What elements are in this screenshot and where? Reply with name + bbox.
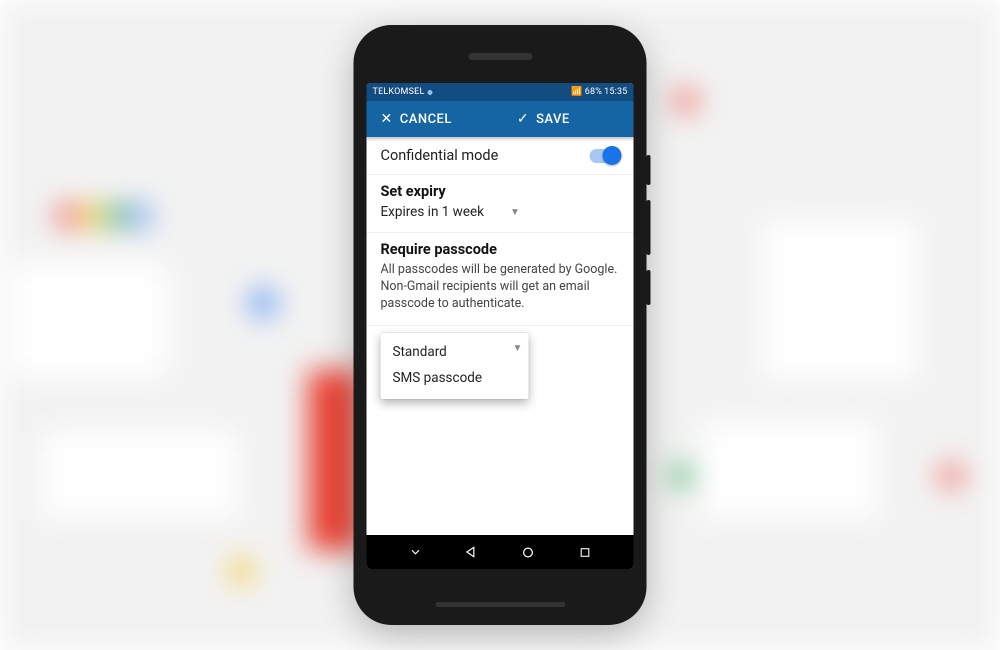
android-nav-bar bbox=[367, 535, 634, 569]
signal-icon: 📶 bbox=[571, 87, 582, 97]
nav-recent-icon[interactable] bbox=[577, 544, 593, 560]
confidential-mode-toggle[interactable] bbox=[590, 149, 620, 163]
battery-label: 68% bbox=[585, 87, 602, 97]
expiry-dropdown[interactable]: Expires in 1 week ▼ bbox=[381, 204, 620, 220]
save-label: SAVE bbox=[536, 112, 570, 127]
passcode-dropdown-popup: Standard SMS passcode ▼ bbox=[381, 333, 529, 399]
passcode-option-standard[interactable]: Standard bbox=[381, 339, 507, 365]
cancel-label: CANCEL bbox=[400, 112, 452, 127]
require-passcode-heading: Require passcode bbox=[381, 241, 620, 258]
content-area: Confidential mode Set expiry Expires in … bbox=[367, 137, 634, 535]
confidential-mode-label: Confidential mode bbox=[381, 147, 499, 164]
cancel-button[interactable]: ✕ CANCEL bbox=[367, 101, 509, 137]
save-button[interactable]: ✓ SAVE bbox=[509, 101, 634, 137]
require-passcode-section: Require passcode All passcodes will be g… bbox=[367, 233, 634, 326]
nav-chevron-down-icon[interactable] bbox=[407, 544, 423, 560]
close-icon: ✕ bbox=[381, 112, 393, 126]
chevron-down-icon: ▼ bbox=[510, 207, 520, 218]
phone-screen: TELKOMSEL 📶 68% 15:35 ✕ CANCEL ✓ SAVE bbox=[367, 83, 634, 569]
clock-label: 15:35 bbox=[604, 87, 627, 97]
carrier-label: TELKOMSEL bbox=[373, 87, 425, 97]
confidential-mode-row: Confidential mode bbox=[367, 137, 634, 175]
check-icon: ✓ bbox=[517, 112, 529, 126]
set-expiry-section: Set expiry Expires in 1 week ▼ bbox=[367, 175, 634, 233]
expiry-selected-value: Expires in 1 week bbox=[381, 204, 485, 220]
nav-back-icon[interactable] bbox=[464, 544, 480, 560]
set-expiry-heading: Set expiry bbox=[381, 183, 620, 200]
passcode-option-sms[interactable]: SMS passcode bbox=[381, 365, 507, 391]
phone-frame: TELKOMSEL 📶 68% 15:35 ✕ CANCEL ✓ SAVE bbox=[354, 25, 647, 625]
app-bar: ✕ CANCEL ✓ SAVE bbox=[367, 101, 634, 137]
status-bar: TELKOMSEL 📶 68% 15:35 bbox=[367, 83, 634, 101]
chevron-down-icon: ▼ bbox=[507, 333, 529, 399]
notification-dot-icon bbox=[428, 90, 433, 95]
require-passcode-description: All passcodes will be generated by Googl… bbox=[381, 262, 620, 313]
nav-home-icon[interactable] bbox=[520, 544, 536, 560]
